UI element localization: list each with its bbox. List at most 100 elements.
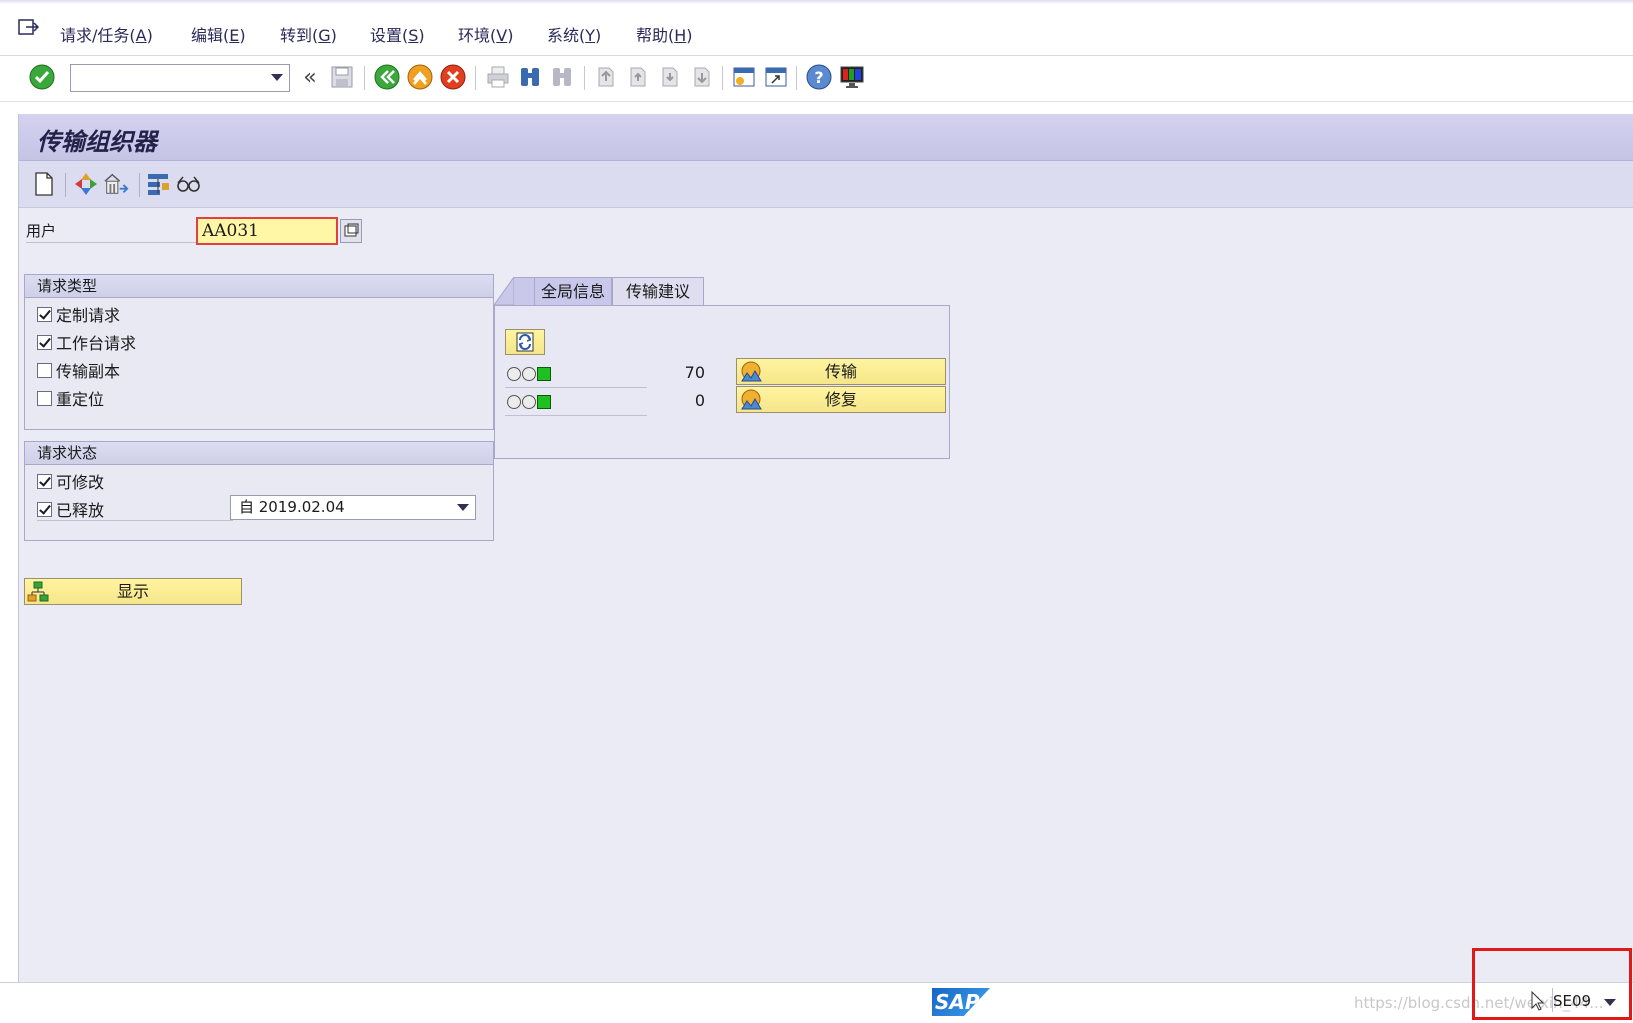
collapse-double-left-icon[interactable]: « bbox=[296, 63, 324, 91]
hierarchy-icon bbox=[27, 581, 49, 610]
customize-layout-icon[interactable] bbox=[838, 63, 866, 91]
hierarchy-tree-icon[interactable] bbox=[145, 171, 171, 197]
print-icon[interactable] bbox=[484, 63, 512, 91]
toolbar-divider bbox=[475, 66, 476, 90]
transport-building-icon[interactable] bbox=[103, 171, 129, 197]
svg-text:?: ? bbox=[814, 68, 823, 87]
tab-label: 传输建议 bbox=[625, 282, 690, 301]
checkbox[interactable] bbox=[37, 473, 52, 489]
menu-label-suffix: ) bbox=[146, 26, 153, 45]
label-underline bbox=[26, 242, 196, 243]
page-title: 传输组织器 bbox=[37, 127, 157, 156]
toolbar-divider bbox=[722, 66, 723, 90]
repair-button[interactable]: 修复 bbox=[736, 386, 946, 413]
transport-button-label: 传输 bbox=[824, 362, 857, 381]
standard-toolbar: « ? bbox=[0, 56, 1633, 102]
menu-label: 帮助( bbox=[636, 26, 675, 45]
toolbar-divider bbox=[65, 173, 66, 197]
chevron-down-icon[interactable] bbox=[271, 74, 283, 81]
menu-label: 设置( bbox=[370, 26, 409, 45]
menu-exit-icon[interactable] bbox=[18, 18, 40, 38]
value-help-button[interactable] bbox=[340, 219, 362, 243]
tab-global-info[interactable]: 全局信息 bbox=[534, 277, 612, 305]
user-field[interactable] bbox=[196, 217, 338, 245]
menu-goto[interactable]: 转到(G) bbox=[280, 22, 337, 46]
cancel-icon[interactable] bbox=[439, 63, 467, 91]
previous-page-icon[interactable] bbox=[624, 63, 652, 91]
highlight-box bbox=[1472, 948, 1632, 1020]
title-bar: 传输组织器 bbox=[19, 114, 1633, 161]
menu-system[interactable]: 系统(Y) bbox=[547, 22, 601, 46]
checkbox[interactable] bbox=[37, 390, 52, 406]
light-off-icon bbox=[522, 395, 536, 409]
user-input[interactable] bbox=[198, 219, 336, 243]
status-lights-green bbox=[507, 395, 551, 409]
request-status-group: 请求状态 可修改 已释放 bbox=[24, 441, 494, 541]
refresh-icon bbox=[516, 332, 534, 352]
checkbox-relocation[interactable]: 重定位 bbox=[37, 387, 104, 409]
menu-hotkey: G bbox=[318, 26, 331, 45]
help-icon[interactable]: ? bbox=[805, 63, 833, 91]
checkbox-released[interactable]: 已释放 bbox=[37, 498, 104, 520]
released-date-dropdown[interactable]: 自 2019.02.04 bbox=[230, 495, 476, 520]
menu-label: 请求/任务( bbox=[60, 26, 136, 45]
menu-label-suffix: ) bbox=[239, 26, 246, 45]
menu-hotkey: Y bbox=[585, 26, 596, 45]
menu-hotkey: V bbox=[496, 26, 508, 45]
next-page-icon[interactable] bbox=[656, 63, 684, 91]
menu-environment[interactable]: 环境(V) bbox=[458, 22, 513, 46]
date-selector-value: 自 2019.02.04 bbox=[239, 498, 345, 516]
checkbox-workbench-request[interactable]: 工作台请求 bbox=[37, 331, 136, 353]
menu-edit[interactable]: 编辑(E) bbox=[191, 22, 246, 46]
menu-help[interactable]: 帮助(H) bbox=[636, 22, 693, 46]
menu-hotkey: H bbox=[674, 26, 687, 45]
tab-transport-proposal[interactable]: 传输建议 bbox=[612, 277, 704, 305]
find-binoculars-icon[interactable] bbox=[516, 63, 544, 91]
menu-label-suffix: ) bbox=[418, 26, 425, 45]
menu-hotkey: A bbox=[135, 26, 147, 45]
last-page-icon[interactable] bbox=[688, 63, 716, 91]
checkbox-transport-copy[interactable]: 传输副本 bbox=[37, 359, 120, 381]
back-icon[interactable] bbox=[373, 63, 401, 91]
command-field[interactable] bbox=[70, 64, 290, 92]
enter-check-icon[interactable] bbox=[28, 63, 56, 91]
command-input[interactable] bbox=[71, 65, 264, 89]
checkbox[interactable] bbox=[37, 306, 52, 322]
first-page-icon[interactable] bbox=[592, 63, 620, 91]
display-glasses-icon[interactable] bbox=[175, 171, 201, 197]
create-shortcut-icon[interactable] bbox=[762, 63, 790, 91]
menu-label: 系统( bbox=[547, 26, 586, 45]
label-underline bbox=[37, 520, 233, 521]
global-info-panel: 70 传输 0 修复 bbox=[494, 305, 950, 459]
menu-label: 转到( bbox=[280, 26, 319, 45]
save-icon[interactable] bbox=[328, 63, 356, 91]
checkbox-modifiable[interactable]: 可修改 bbox=[37, 470, 104, 492]
refresh-button[interactable] bbox=[505, 329, 545, 355]
menu-label: 编辑( bbox=[191, 26, 230, 45]
user-label: 用户 bbox=[26, 222, 57, 240]
move-objects-icon[interactable] bbox=[73, 171, 99, 197]
light-off-icon bbox=[522, 367, 536, 381]
find-next-icon[interactable] bbox=[548, 63, 576, 91]
toolbar-divider bbox=[796, 66, 797, 90]
checkbox[interactable] bbox=[37, 362, 52, 378]
display-button[interactable]: 显示 bbox=[24, 578, 242, 605]
checkbox-label: 已释放 bbox=[56, 501, 105, 520]
exit-icon[interactable] bbox=[406, 63, 434, 91]
menu-request-task[interactable]: 请求/任务(A) bbox=[60, 22, 153, 46]
transport-truck-icon bbox=[739, 389, 763, 418]
checkbox-label: 传输副本 bbox=[56, 362, 121, 381]
new-session-icon[interactable] bbox=[730, 63, 758, 91]
transport-button[interactable]: 传输 bbox=[736, 358, 946, 385]
create-document-icon[interactable] bbox=[31, 171, 57, 197]
repair-count: 0 bbox=[694, 391, 705, 410]
menu-label-suffix: ) bbox=[686, 26, 693, 45]
checkbox-custom-request[interactable]: 定制请求 bbox=[37, 303, 120, 325]
checkbox-label: 可修改 bbox=[56, 473, 105, 492]
checkbox[interactable] bbox=[37, 501, 52, 517]
chevron-down-icon[interactable] bbox=[457, 504, 469, 511]
checkbox[interactable] bbox=[37, 334, 52, 350]
light-off-icon bbox=[507, 367, 521, 381]
menu-settings[interactable]: 设置(S) bbox=[370, 22, 425, 46]
light-green-icon bbox=[537, 395, 551, 409]
